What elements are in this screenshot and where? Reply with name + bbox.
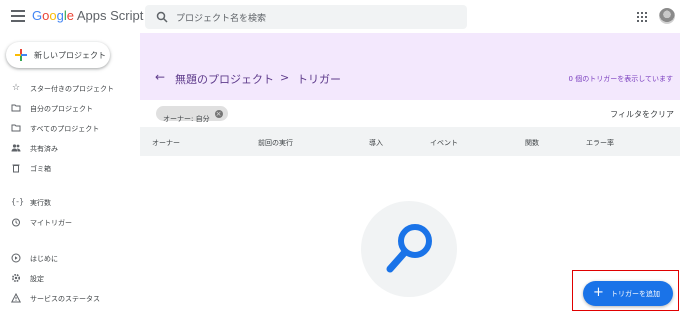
column-header-deployment[interactable]: 導入 [369,138,383,148]
sidebar-item-all-projects[interactable]: すべてのプロジェクト [0,119,140,137]
table-header: オーナー 前回の実行 導入 イベント 関数 エラー率 [140,127,680,156]
sidebar-item-getting-started[interactable]: はじめに [0,249,140,267]
column-header-last-run[interactable]: 前回の実行 [258,138,293,148]
sidebar-item-label: スター付きのプロジェクト [30,85,114,93]
sidebar-item-executions[interactable]: {-} 実行数 [0,193,140,211]
sidebar-item-trash[interactable]: ゴミ箱 [0,159,140,177]
sidebar-item-label: 設定 [30,275,44,283]
search-placeholder: プロジェクト名を検索 [176,14,267,24]
play-icon [11,253,21,263]
sidebar-item-label: はじめに [30,255,58,263]
sidebar-item-label: 自分のプロジェクト [30,105,93,113]
apps-grid-icon[interactable] [637,12,647,22]
sidebar-item-my-triggers[interactable]: マイトリガー [0,213,140,231]
highlight-box [572,270,679,311]
clear-filter-button[interactable]: フィルタをクリア [610,109,674,120]
empty-state-illustration [361,201,457,297]
folder-icon [11,104,21,112]
new-project-label: 新しいプロジェクト [34,51,106,60]
star-icon: ☆ [11,83,21,93]
owner-filter-chip[interactable]: オーナー: 自分 × [156,106,228,123]
folder-icon [11,124,21,132]
search-icon [156,11,168,23]
page-header: ← 無題のプロジェクト > トリガー 0 個のトリガーを表示しています [140,33,680,100]
top-bar: Google Apps Script プロジェクト名を検索 [0,0,680,33]
breadcrumb-separator: > [280,71,290,84]
breadcrumb-project[interactable]: 無題のプロジェクト [175,71,274,87]
sidebar-item-label: 共有済み [30,145,58,153]
avatar[interactable] [659,8,675,24]
gear-icon [11,273,21,283]
column-header-error-rate[interactable]: エラー率 [586,138,614,148]
plus-colored-icon [15,49,27,61]
sidebar-item-settings[interactable]: 設定 [0,269,140,287]
sidebar-item-label: すべてのプロジェクト [30,125,100,133]
trigger-count: 0 個のトリガーを表示しています [568,75,673,83]
search-input[interactable]: プロジェクト名を検索 [145,5,467,29]
sidebar-item-label: 実行数 [30,199,51,207]
menu-icon[interactable] [11,10,25,22]
back-arrow-icon[interactable]: ← [155,71,165,83]
new-project-button[interactable]: 新しいプロジェクト [6,42,110,68]
column-header-owner[interactable]: オーナー [152,138,180,148]
sidebar: 新しいプロジェクト ☆ スター付きのプロジェクト 自分のプロジェクト すべてのプ… [0,33,140,313]
magnifier-icon [386,224,432,273]
sidebar-item-label: ゴミ箱 [30,165,51,173]
sidebar-item-service-status[interactable]: サービスのステータス [0,289,140,307]
app-logo[interactable]: Google Apps Script [32,8,143,23]
sidebar-item-label: サービスのステータス [30,295,100,303]
column-header-function[interactable]: 関数 [525,138,539,148]
executions-icon: {-} [11,197,25,206]
sidebar-item-shared[interactable]: 共有済み [0,139,140,157]
sidebar-item-label: マイトリガー [30,219,72,227]
close-icon[interactable]: × [214,109,223,118]
column-header-event[interactable]: イベント [430,138,458,148]
logo-product-name: Apps Script [73,8,144,23]
filter-chip-label: オーナー: 自分 [163,115,210,123]
warning-icon [11,293,21,303]
page-title: トリガー [297,73,341,86]
alarm-icon [12,218,20,227]
sidebar-item-starred[interactable]: ☆ スター付きのプロジェクト [0,79,140,97]
people-icon [11,144,21,152]
sidebar-item-my-projects[interactable]: 自分のプロジェクト [0,99,140,117]
trash-icon [12,164,20,173]
